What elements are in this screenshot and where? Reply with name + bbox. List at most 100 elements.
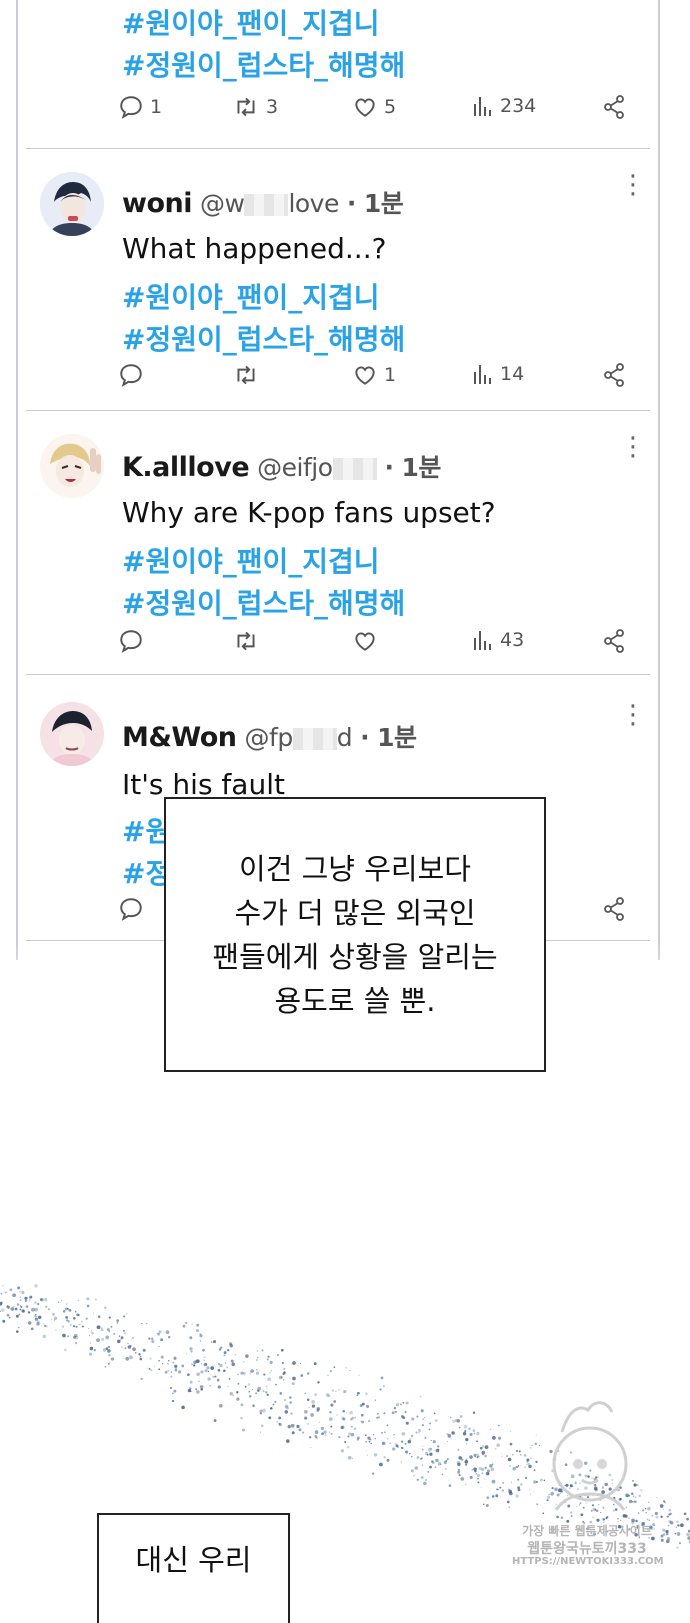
sparkle-particle bbox=[456, 1460, 460, 1465]
reply-icon bbox=[120, 96, 142, 119]
share-button[interactable] bbox=[602, 628, 626, 654]
sparkle-particle bbox=[291, 1363, 293, 1365]
sparkle-particle bbox=[74, 1335, 79, 1340]
display-name[interactable]: K.alllove bbox=[122, 452, 250, 483]
views-button[interactable]: 43 bbox=[472, 628, 524, 652]
sparkle-particle bbox=[486, 1496, 490, 1500]
sparkle-particle bbox=[364, 1434, 367, 1437]
sparkle-particle bbox=[410, 1434, 414, 1438]
sparkle-particle bbox=[228, 1378, 231, 1380]
tweet[interactable]: woni @w love · 1분 ⋮ What happened...? #원이야_팬… bbox=[18, 148, 658, 410]
separator: · bbox=[384, 453, 395, 482]
sparkle-particle bbox=[270, 1407, 273, 1410]
hashtag[interactable]: #정원이_럽스타_해명해 bbox=[122, 44, 405, 84]
sparkle-particle bbox=[224, 1362, 227, 1364]
sparkle-particle bbox=[435, 1458, 439, 1463]
sparkle-particle bbox=[226, 1366, 229, 1369]
like-button[interactable] bbox=[352, 628, 384, 654]
sparkle-particle bbox=[34, 1301, 37, 1304]
tweet[interactable]: K.alllove @eifjo · 1분 ⋮ Why are K-pop fans … bbox=[18, 410, 658, 674]
sparkle-particle bbox=[670, 1521, 674, 1525]
sparkle-particle bbox=[473, 1453, 477, 1457]
hashtag[interactable]: #정원이_럽스타_해명해 bbox=[122, 318, 405, 358]
sparkle-particle bbox=[494, 1448, 497, 1450]
username-end: love bbox=[288, 189, 339, 218]
reply-button[interactable] bbox=[118, 896, 144, 922]
reply-button[interactable]: 1 bbox=[118, 94, 162, 120]
more-icon[interactable]: ⋮ bbox=[620, 434, 646, 460]
sparkle-particle bbox=[663, 1500, 666, 1503]
sparkle-particle bbox=[116, 1319, 120, 1323]
sparkle-particle bbox=[316, 1409, 320, 1412]
timestamp[interactable]: 1분 bbox=[364, 189, 404, 218]
like-button[interactable]: 5 bbox=[352, 94, 396, 120]
tweet-header: K.alllove @eifjo · 1분 bbox=[122, 448, 441, 484]
avatar[interactable] bbox=[40, 172, 104, 236]
sparkle-particle bbox=[674, 1532, 677, 1535]
retweet-button[interactable] bbox=[232, 628, 266, 654]
sparkle-particle bbox=[104, 1306, 107, 1309]
views-button[interactable]: 14 bbox=[472, 362, 524, 386]
avatar[interactable] bbox=[40, 434, 104, 498]
display-name[interactable]: M&Won bbox=[122, 722, 237, 753]
avatar[interactable] bbox=[40, 702, 104, 766]
sparkle-particle bbox=[291, 1431, 295, 1435]
sparkle-particle bbox=[404, 1450, 409, 1454]
sparkle-particle bbox=[368, 1420, 371, 1423]
hashtag[interactable]: #원이야_팬이_지겹니 bbox=[122, 540, 380, 580]
sparkle-particle bbox=[335, 1390, 337, 1393]
timestamp[interactable]: 1분 bbox=[402, 453, 442, 482]
more-icon[interactable]: ⋮ bbox=[620, 702, 646, 728]
hashtag[interactable]: #원이야_팬이_지겹니 bbox=[122, 2, 380, 42]
share-icon bbox=[604, 95, 624, 119]
sparkle-particle bbox=[365, 1440, 368, 1443]
sparkle-particle bbox=[352, 1457, 354, 1459]
narration-caption: 이건 그냥 우리보다 수가 더 많은 외국인 팬들에게 상황을 알리는 용도로 … bbox=[164, 797, 546, 1072]
sparkle-particle bbox=[440, 1463, 442, 1465]
sparkle-particle bbox=[306, 1372, 310, 1375]
reply-button[interactable] bbox=[118, 628, 150, 654]
more-icon[interactable]: ⋮ bbox=[620, 172, 646, 198]
sparkle-particle bbox=[458, 1426, 461, 1429]
tweet[interactable]: #원이야_팬이_지겹니 #정원이_럽스타_해명해 1 3 5 234 bbox=[18, 0, 658, 148]
sparkle-particle bbox=[88, 1334, 90, 1336]
timestamp[interactable]: 1분 bbox=[377, 723, 417, 752]
retweet-button[interactable]: 3 bbox=[232, 94, 278, 120]
sparkle-particle bbox=[662, 1508, 664, 1510]
sparkle-particle bbox=[189, 1380, 193, 1384]
sparkle-particle bbox=[414, 1466, 419, 1470]
share-button[interactable] bbox=[602, 362, 626, 388]
like-button[interactable]: 1 bbox=[352, 362, 396, 388]
share-button[interactable] bbox=[602, 94, 626, 120]
sparkle-particle bbox=[200, 1385, 204, 1389]
username[interactable]: @fp d bbox=[245, 723, 353, 752]
sparkle-particle bbox=[496, 1443, 500, 1447]
separator: · bbox=[346, 189, 357, 218]
tweet-header: M&Won @fp d · 1분 bbox=[122, 718, 417, 754]
sparkle-particle bbox=[91, 1330, 93, 1332]
hashtag[interactable]: #원이야_팬이_지겹니 bbox=[122, 276, 380, 316]
sparkle-particle bbox=[65, 1315, 69, 1319]
sparkle-particle bbox=[416, 1478, 419, 1481]
share-button[interactable] bbox=[602, 896, 626, 922]
retweet-button[interactable] bbox=[232, 362, 266, 388]
username[interactable]: @eifjo bbox=[257, 453, 377, 482]
sparkle-particle bbox=[278, 1416, 282, 1420]
sparkle-particle bbox=[68, 1308, 72, 1312]
sparkle-particle bbox=[429, 1452, 433, 1456]
username[interactable]: @w love bbox=[200, 189, 339, 218]
reply-button[interactable] bbox=[118, 362, 150, 388]
display-name[interactable]: woni bbox=[122, 188, 192, 219]
tweet-text: What happened...? bbox=[122, 232, 387, 265]
sparkle-particle bbox=[240, 1417, 243, 1420]
hashtag[interactable]: #정원이_럽스타_해명해 bbox=[122, 582, 405, 622]
views-button[interactable]: 234 bbox=[472, 94, 536, 118]
sparkle-particle bbox=[484, 1445, 489, 1449]
sparkle-particle bbox=[314, 1430, 319, 1434]
sparkle-particle bbox=[52, 1312, 55, 1316]
sparkle-particle bbox=[73, 1317, 76, 1320]
sparkle-particle bbox=[482, 1453, 484, 1456]
sparkle-particle bbox=[12, 1293, 16, 1298]
sparkle-particle bbox=[15, 1314, 19, 1318]
sparkle-particle bbox=[199, 1334, 203, 1338]
